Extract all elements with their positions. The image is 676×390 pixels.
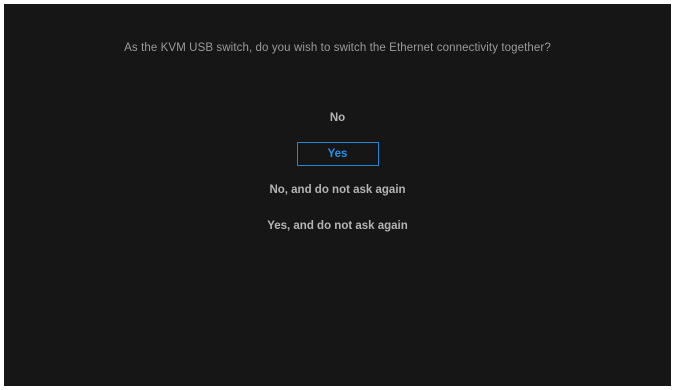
- options-list: No Yes No, and do not ask again Yes, and…: [4, 106, 671, 250]
- osd-dialog: As the KVM USB switch, do you wish to sw…: [4, 4, 671, 386]
- dialog-question: As the KVM USB switch, do you wish to sw…: [124, 42, 551, 54]
- option-yes-do-not-ask-again[interactable]: Yes, and do not ask again: [255, 214, 420, 238]
- option-yes[interactable]: Yes: [296, 142, 379, 166]
- option-no[interactable]: No: [318, 106, 357, 130]
- option-no-do-not-ask-again[interactable]: No, and do not ask again: [257, 178, 417, 202]
